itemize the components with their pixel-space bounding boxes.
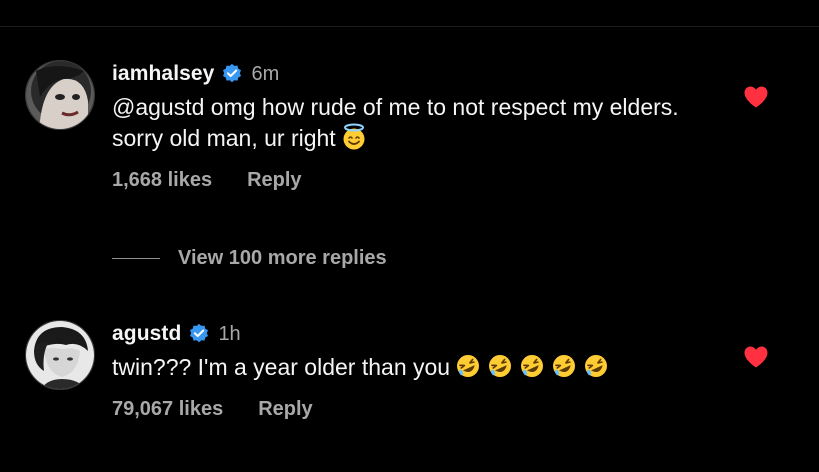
heart-icon[interactable] [743,85,769,109]
verified-badge-icon [190,323,209,343]
rolling-on-floor-laughing-icon [585,355,608,377]
username[interactable]: agustd [112,322,181,346]
avatar-agustd[interactable] [25,320,95,390]
timestamp: 1h [218,322,241,345]
rolling-on-floor-laughing-icon [489,355,512,377]
view-more-divider [112,257,160,259]
rolling-on-floor-laughing-icon [457,355,480,377]
view-more-replies-button[interactable]: View 100 more replies [112,245,387,271]
avatar-iamhalsey[interactable] [25,60,95,130]
verified-badge-icon [223,63,242,83]
comment-text-wrap: @agustd omg how rude of me to not respec… [112,92,702,154]
top-divider [0,26,819,27]
likes-count[interactable]: 79,067 likes [112,398,223,421]
reply-button[interactable]: Reply [247,169,301,192]
avatar-image [26,321,94,389]
username[interactable]: iamhalsey [112,62,214,86]
view-more-label: View 100 more replies [178,246,387,269]
smiling-face-with-halo-icon [343,123,365,150]
avatar-image [26,61,94,129]
heart-icon[interactable] [743,345,769,369]
reply-button[interactable]: Reply [258,398,312,421]
timestamp: 6m [251,62,280,85]
comment-text: twin??? I'm a year older than you [112,354,451,380]
rolling-on-floor-laughing-icon [521,355,544,377]
comment-text-wrap: twin??? I'm a year older than you [112,352,729,383]
likes-count[interactable]: 1,668 likes [112,169,212,192]
comment-text: @agustd omg how rude of me to not respec… [112,94,679,151]
rolling-on-floor-laughing-icon [553,355,576,377]
